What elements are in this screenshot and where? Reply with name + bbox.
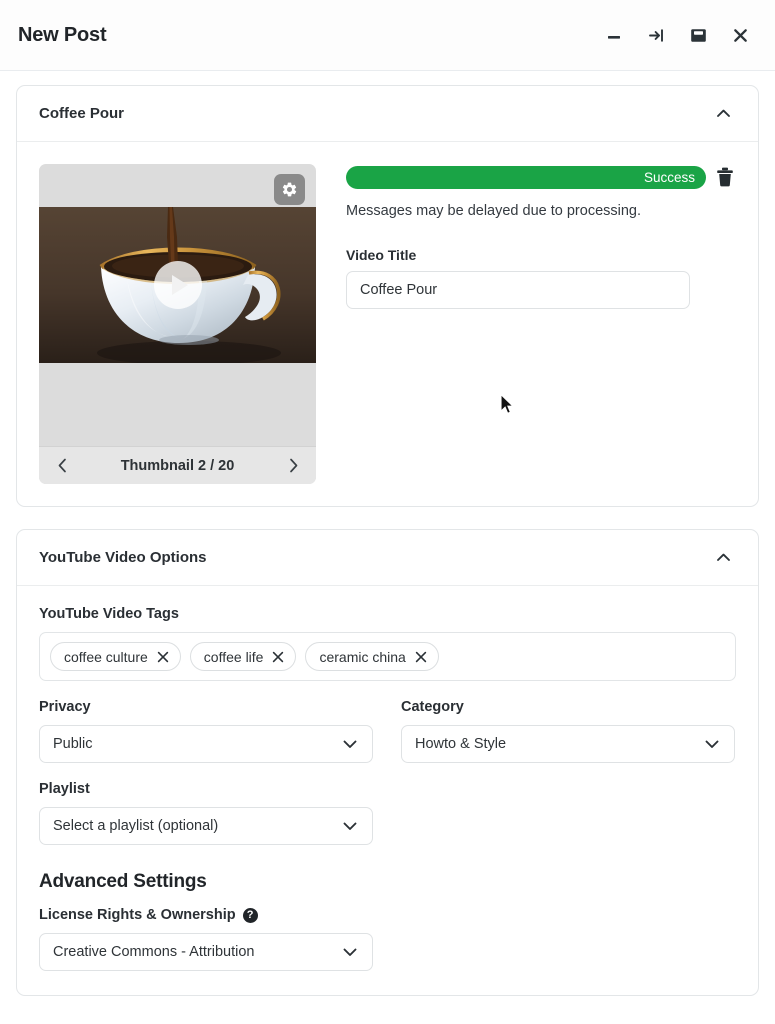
playlist-spacer [401, 781, 735, 845]
playlist-value: Select a playlist (optional) [53, 818, 218, 834]
license-select[interactable]: Creative Commons - Attribution [39, 933, 373, 971]
playlist-label: Playlist [39, 781, 373, 797]
post-card-body: Thumbnail 2 / 20 Success [17, 142, 758, 506]
privacy-label: Privacy [39, 699, 373, 715]
close-icon[interactable] [157, 651, 169, 663]
license-value: Creative Commons - Attribution [53, 944, 254, 960]
license-label-wrap: License Rights & Ownership ? [39, 907, 373, 923]
thumbnail-counter-label: Thumbnail 2 / 20 [71, 458, 284, 474]
category-value: Howto & Style [415, 736, 506, 752]
tag-chip-label: coffee culture [64, 649, 148, 665]
category-select[interactable]: Howto & Style [401, 725, 735, 763]
window-titlebar: New Post [0, 0, 775, 71]
status-badge: Success [644, 170, 695, 185]
tag-chip[interactable]: coffee life [190, 642, 297, 671]
license-field: License Rights & Ownership ? Creative Co… [39, 907, 373, 971]
tag-chip[interactable]: ceramic china [305, 642, 438, 671]
upload-status-row: Success [346, 166, 736, 190]
youtube-options-header[interactable]: YouTube Video Options [17, 530, 758, 586]
gear-icon[interactable] [274, 174, 305, 205]
close-icon[interactable] [272, 651, 284, 663]
license-spacer [401, 907, 735, 971]
thumbnail-navigation: Thumbnail 2 / 20 [39, 446, 316, 484]
playlist-field: Playlist Select a playlist (optional) [39, 781, 373, 845]
tag-chip[interactable]: coffee culture [50, 642, 181, 671]
chevron-down-icon [340, 816, 360, 836]
thumbnail-preview [39, 164, 316, 446]
trash-icon[interactable] [714, 164, 736, 190]
close-icon[interactable] [415, 651, 427, 663]
play-icon[interactable] [154, 261, 202, 309]
playlist-row: Playlist Select a playlist (optional) [39, 781, 736, 845]
chevron-down-icon [340, 734, 360, 754]
video-title-input[interactable]: Coffee Pour [346, 271, 690, 309]
category-field: Category Howto & Style [401, 699, 735, 763]
youtube-tags-input[interactable]: coffee culture coffee life ceramic china [39, 632, 736, 681]
advanced-settings-heading: Advanced Settings [39, 871, 736, 893]
youtube-options-title: YouTube Video Options [39, 549, 207, 566]
privacy-category-row: Privacy Public Category Howto & Style [39, 699, 736, 763]
chevron-down-icon [340, 942, 360, 962]
youtube-tags-label: YouTube Video Tags [39, 606, 736, 622]
close-button[interactable] [729, 24, 751, 46]
help-circle-icon[interactable]: ? [243, 908, 258, 923]
video-title-field: Video Title Coffee Pour [346, 247, 736, 309]
chevron-down-icon [702, 734, 722, 754]
video-preview-image[interactable] [39, 207, 316, 363]
post-details-column: Success Messages may be delayed due to p… [346, 164, 736, 484]
youtube-options-body: YouTube Video Tags coffee culture coffee… [17, 586, 758, 995]
post-card-header[interactable]: Coffee Pour [17, 86, 758, 142]
chevron-up-icon[interactable] [710, 545, 736, 571]
license-label: License Rights & Ownership [39, 907, 236, 923]
video-title-label: Video Title [346, 247, 736, 263]
post-card: Coffee Pour [16, 85, 759, 507]
chevron-right-icon[interactable] [284, 456, 302, 475]
youtube-options-card: YouTube Video Options YouTube Video Tags… [16, 529, 759, 996]
thumbnail-panel: Thumbnail 2 / 20 [39, 164, 316, 484]
post-editor-scroll-area[interactable]: Coffee Pour [0, 71, 775, 1024]
privacy-select[interactable]: Public [39, 725, 373, 763]
minimize-button[interactable] [603, 24, 625, 46]
chevron-up-icon[interactable] [710, 101, 736, 127]
tag-chip-label: ceramic china [319, 649, 405, 665]
playlist-select[interactable]: Select a playlist (optional) [39, 807, 373, 845]
tag-chip-label: coffee life [204, 649, 264, 665]
privacy-field: Privacy Public [39, 699, 373, 763]
video-title-value: Coffee Pour [360, 282, 437, 298]
license-row: License Rights & Ownership ? Creative Co… [39, 907, 736, 971]
window-controls [603, 24, 755, 46]
post-card-title: Coffee Pour [39, 105, 124, 122]
upload-progress-bar: Success [346, 166, 706, 189]
restore-button[interactable] [687, 24, 709, 46]
chevron-left-icon[interactable] [53, 456, 71, 475]
category-label: Category [401, 699, 735, 715]
privacy-value: Public [53, 736, 93, 752]
collapse-button[interactable] [645, 24, 667, 46]
window-title: New Post [18, 24, 106, 47]
processing-hint: Messages may be delayed due to processin… [346, 203, 736, 219]
